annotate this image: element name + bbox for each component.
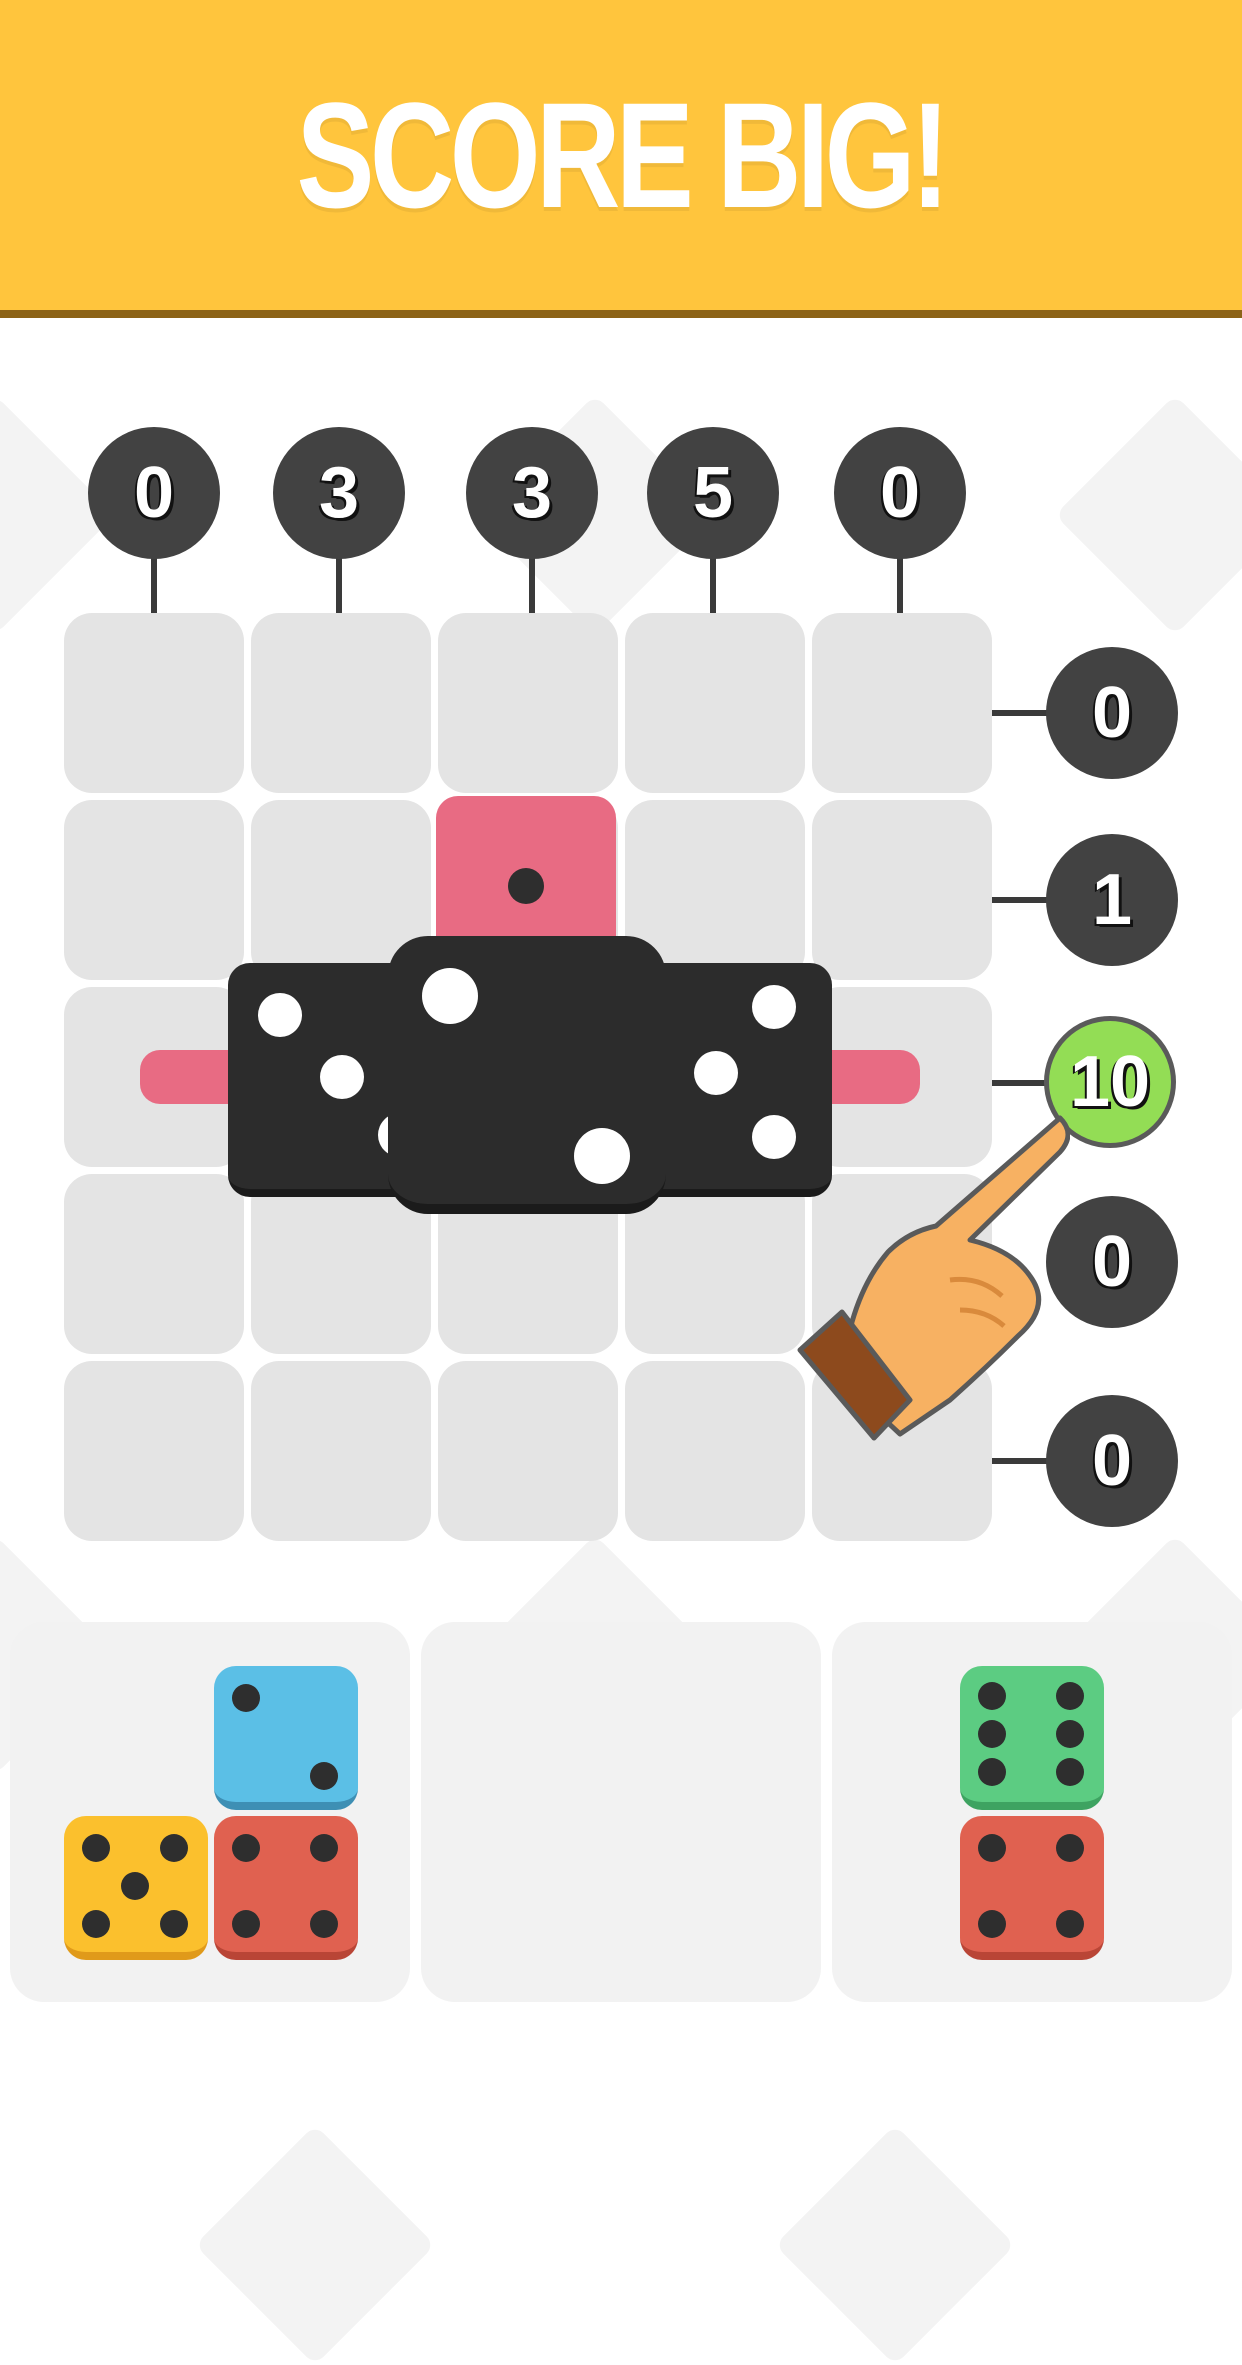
board-cell[interactable] bbox=[812, 613, 992, 793]
background-diamond bbox=[194, 2124, 436, 2365]
tray-die-red[interactable] bbox=[960, 1816, 1104, 1960]
board-cell[interactable] bbox=[625, 613, 805, 793]
die-pip bbox=[310, 1834, 338, 1862]
board-cell[interactable] bbox=[812, 800, 992, 980]
board-cell[interactable] bbox=[438, 613, 618, 793]
row-score-badge: 0 bbox=[1046, 647, 1178, 779]
column-score-badge: 0 bbox=[834, 427, 966, 559]
column-score-connector bbox=[710, 555, 716, 613]
pointing-hand-icon bbox=[797, 1115, 1070, 1441]
die-pip bbox=[978, 1720, 1006, 1748]
die-pip bbox=[121, 1872, 149, 1900]
board-cell[interactable] bbox=[64, 800, 244, 980]
banner-title: SCORE BIG! bbox=[296, 70, 950, 239]
die-pip bbox=[160, 1910, 188, 1938]
column-score-badge: 0 bbox=[88, 427, 220, 559]
die-pip bbox=[232, 1834, 260, 1862]
die-pip bbox=[258, 993, 302, 1037]
column-score-connector bbox=[529, 555, 535, 613]
board-cell[interactable] bbox=[438, 1361, 618, 1541]
tray-die-red[interactable] bbox=[214, 1816, 358, 1960]
board-cell[interactable] bbox=[251, 1361, 431, 1541]
tray-die-blue[interactable] bbox=[214, 1666, 358, 1810]
board-cell[interactable] bbox=[64, 1174, 244, 1354]
column-score-badge: 3 bbox=[466, 427, 598, 559]
die-pip bbox=[1056, 1682, 1084, 1710]
tray-die-green[interactable] bbox=[960, 1666, 1104, 1810]
die-pip bbox=[422, 968, 478, 1024]
die-pip bbox=[82, 1910, 110, 1938]
die-pip bbox=[82, 1834, 110, 1862]
board-cell[interactable] bbox=[251, 613, 431, 793]
die-pip bbox=[978, 1758, 1006, 1786]
column-score-badge: 3 bbox=[273, 427, 405, 559]
die-pip bbox=[574, 1128, 630, 1184]
black-center-die bbox=[388, 936, 666, 1214]
tray-die-yellow[interactable] bbox=[64, 1816, 208, 1960]
die-pip bbox=[160, 1834, 188, 1862]
die-pip bbox=[1056, 1910, 1084, 1938]
row-score-connector bbox=[992, 897, 1052, 903]
promo-banner: SCORE BIG! bbox=[0, 0, 1242, 318]
column-score-badge: 5 bbox=[647, 427, 779, 559]
die-pip bbox=[752, 985, 796, 1029]
row-score-connector bbox=[992, 1080, 1052, 1086]
column-score-connector bbox=[151, 555, 157, 613]
row-score-connector bbox=[992, 710, 1052, 716]
column-score-connector bbox=[336, 555, 342, 613]
row-score-badge: 1 bbox=[1046, 834, 1178, 966]
die-pip bbox=[978, 1910, 1006, 1938]
die-pip bbox=[508, 868, 544, 904]
dice-tray-center[interactable] bbox=[421, 1622, 821, 2002]
board-cell[interactable] bbox=[64, 1361, 244, 1541]
die-pip bbox=[232, 1910, 260, 1938]
die-pip bbox=[978, 1682, 1006, 1710]
die-pip bbox=[232, 1684, 260, 1712]
die-pip bbox=[978, 1834, 1006, 1862]
die-pip bbox=[310, 1910, 338, 1938]
background-diamond bbox=[1054, 394, 1242, 636]
die-pip bbox=[310, 1762, 338, 1790]
die-pip bbox=[320, 1055, 364, 1099]
die-pip bbox=[1056, 1758, 1084, 1786]
die-pip bbox=[1056, 1834, 1084, 1862]
background-diamond bbox=[774, 2124, 1016, 2365]
die-pip bbox=[694, 1051, 738, 1095]
board-cell[interactable] bbox=[64, 613, 244, 793]
board-cell[interactable] bbox=[625, 1361, 805, 1541]
die-pip bbox=[1056, 1720, 1084, 1748]
column-score-connector bbox=[897, 555, 903, 613]
